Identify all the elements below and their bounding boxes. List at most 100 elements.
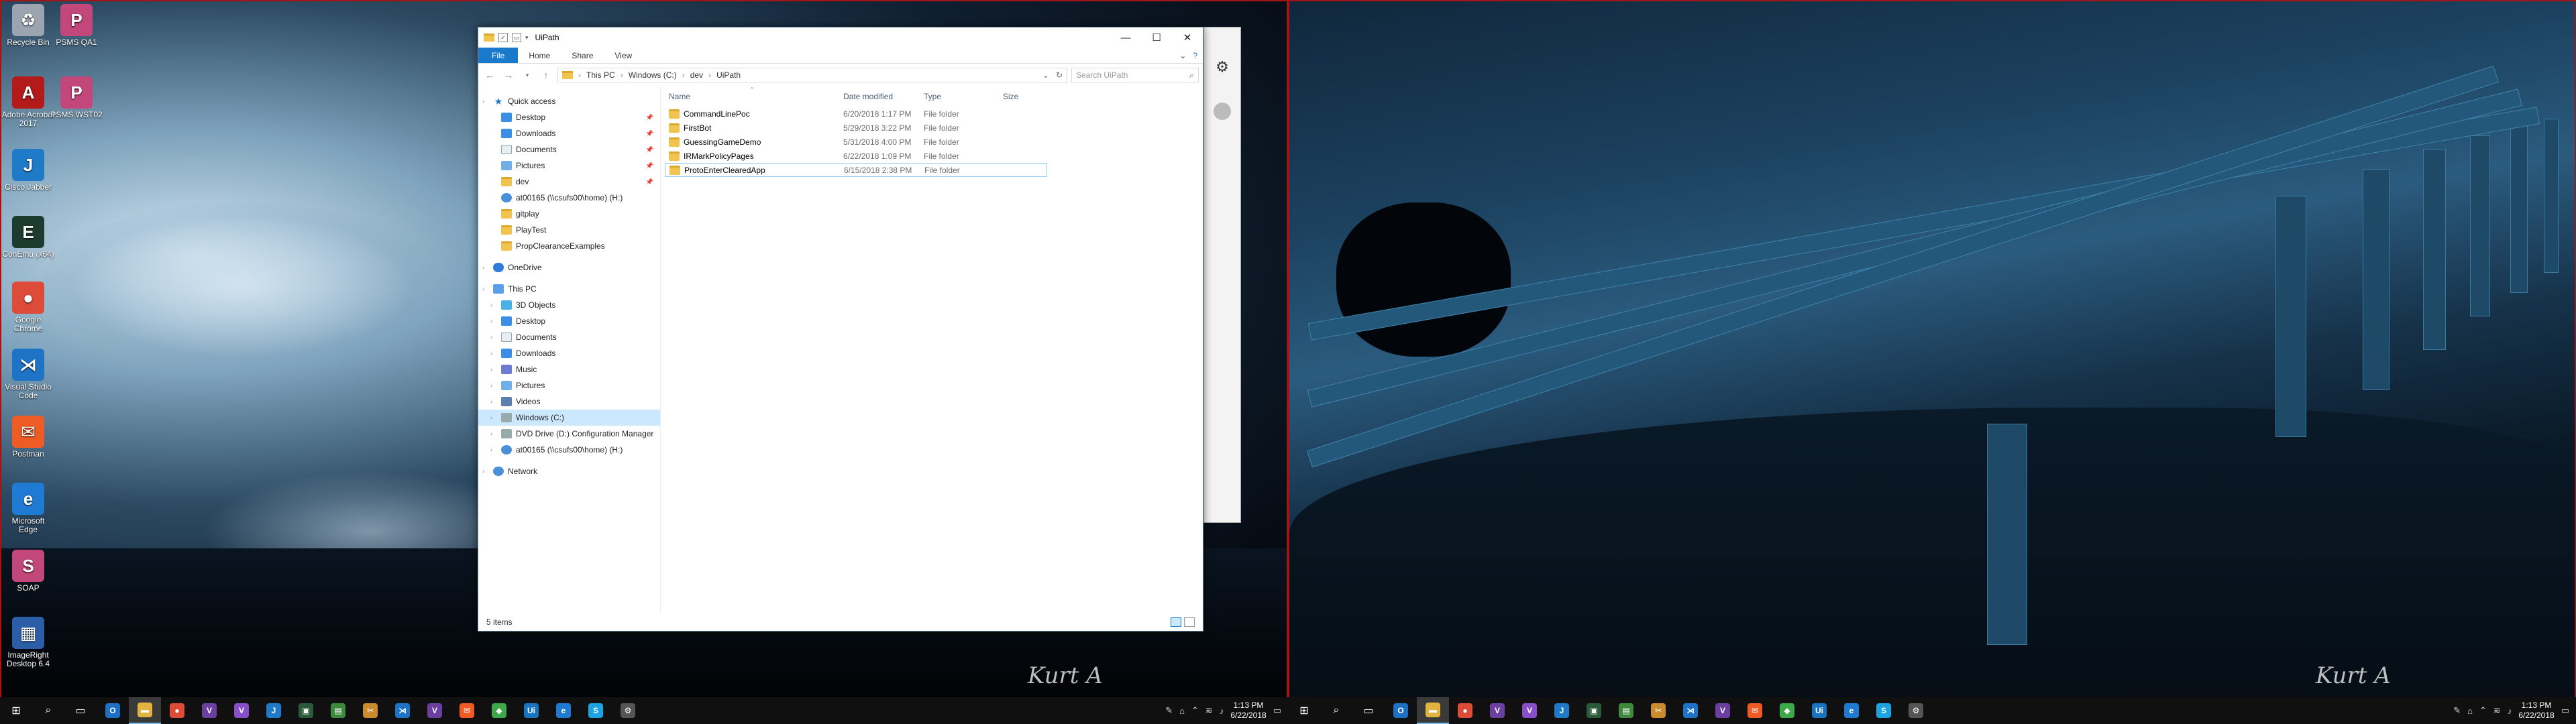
taskbar-button[interactable]: ✂ xyxy=(1642,697,1674,724)
tab-share[interactable]: Share xyxy=(561,48,604,63)
nav-quick-item[interactable]: Pictures 📌 xyxy=(478,158,660,174)
taskbar-button[interactable]: V xyxy=(193,697,225,724)
chevron-up-icon[interactable]: ⌃ xyxy=(2479,705,2487,716)
taskbar-button[interactable]: V xyxy=(1707,697,1739,724)
desktop-shortcut[interactable]: e Microsoft Edge xyxy=(1,483,55,534)
taskbar-button[interactable]: V xyxy=(419,697,451,724)
chevron-right-icon[interactable]: › xyxy=(490,430,497,437)
notification-icon[interactable]: ▭ xyxy=(2561,705,2569,716)
table-row[interactable]: GuessingGameDemo 5/31/2018 4:00 PM File fo… xyxy=(665,135,1047,149)
nav-quick-item[interactable]: Desktop 📌 xyxy=(478,109,660,125)
tab-view[interactable]: View xyxy=(604,48,643,63)
taskbar-button[interactable]: ▬ xyxy=(129,697,161,724)
taskbar-button[interactable]: V xyxy=(1513,697,1546,724)
nav-quick-item[interactable]: gitplay xyxy=(478,206,660,222)
desktop-shortcut[interactable]: P PSMS WST02 xyxy=(50,76,103,119)
up-arrow-icon[interactable]: ↑ xyxy=(539,70,553,80)
desktop-shortcut[interactable]: J Cisco Jabber xyxy=(1,149,55,192)
taskbar-button[interactable]: ⋊ xyxy=(1674,697,1707,724)
address-dropdown-icon[interactable]: ⌄ xyxy=(1042,70,1049,80)
taskbar-button[interactable]: ⌕ xyxy=(1320,697,1352,724)
taskbar-button[interactable]: O xyxy=(1385,697,1417,724)
tab-file[interactable]: File xyxy=(478,48,519,63)
gear-icon[interactable]: ⚙ xyxy=(1214,58,1231,76)
taskbar-button[interactable]: Ui xyxy=(515,697,547,724)
pen-icon[interactable]: ✎ xyxy=(2453,705,2461,716)
chevron-right-icon[interactable]: › xyxy=(490,382,497,389)
taskbar-button[interactable]: ⌕ xyxy=(32,697,64,724)
nav-pc-item[interactable]: › at00165 (\\csufs00\home) (H:) xyxy=(478,442,660,458)
breadcrumb-windows-c[interactable]: Windows (C:) xyxy=(629,70,677,80)
taskbar-button[interactable]: ● xyxy=(1449,697,1481,724)
minimize-button[interactable]: — xyxy=(1110,27,1141,48)
taskbar-button[interactable]: ⋊ xyxy=(386,697,419,724)
taskbar-button[interactable]: S xyxy=(1868,697,1900,724)
taskbar-button[interactable]: ⚙ xyxy=(1900,697,1932,724)
nav-quick-item[interactable]: dev 📌 xyxy=(478,174,660,190)
taskbar-button[interactable]: Ui xyxy=(1803,697,1835,724)
taskbar-button[interactable]: e xyxy=(547,697,580,724)
chevron-right-icon[interactable]: › xyxy=(490,398,497,405)
search-box[interactable]: Search UiPath ⌕ xyxy=(1071,68,1199,82)
nav-pc-item[interactable]: › Music xyxy=(478,361,660,377)
taskbar-button[interactable]: ⊞ xyxy=(0,697,32,724)
chevron-right-icon[interactable]: › xyxy=(490,366,497,373)
column-name[interactable]: Name xyxy=(665,92,839,101)
table-row[interactable]: CommandLinePoc 6/20/2018 1:17 PM File fold… xyxy=(665,107,1047,121)
taskbar-button[interactable]: ● xyxy=(161,697,193,724)
properties-icon[interactable]: ✓ xyxy=(498,33,508,42)
network-icon[interactable]: ⌂ xyxy=(1179,706,1185,716)
desktop-shortcut[interactable]: E ConEmu (x64) xyxy=(1,216,55,259)
breadcrumb-this-pc[interactable]: This PC xyxy=(586,70,615,80)
taskbar-button[interactable]: ✉ xyxy=(451,697,483,724)
taskbar-button[interactable]: ▤ xyxy=(322,697,354,724)
table-row[interactable]: ProtoEnterClearedApp 6/15/2018 2:38 PM Fil… xyxy=(665,163,1047,177)
taskbar-button[interactable]: V xyxy=(225,697,258,724)
address-bar[interactable]: › This PC › Windows (C:) › dev › UiPath … xyxy=(557,68,1067,82)
chevron-right-icon[interactable]: › xyxy=(490,414,497,421)
nav-pc-item[interactable]: › Documents xyxy=(478,329,660,345)
nav-quick-item[interactable]: Documents 📌 xyxy=(478,141,660,158)
clock[interactable]: 1:13 PM 6/22/2018 xyxy=(1230,701,1266,721)
column-size[interactable]: Size xyxy=(999,92,1046,101)
wifi-icon[interactable]: ≋ xyxy=(1205,705,1213,716)
chevron-right-icon[interactable]: › xyxy=(482,98,489,105)
taskbar-button[interactable]: ◆ xyxy=(1771,697,1803,724)
taskbar-button[interactable]: ✂ xyxy=(354,697,386,724)
desktop-shortcut[interactable]: ♻ Recycle Bin xyxy=(1,4,55,47)
breadcrumb-dev[interactable]: dev xyxy=(690,70,703,80)
column-date-modified[interactable]: Date modified xyxy=(839,92,920,101)
refresh-icon[interactable]: ↻ xyxy=(1056,70,1063,80)
table-row[interactable]: IRMarkPolicyPages 6/22/2018 1:09 PM File f… xyxy=(665,149,1047,163)
nav-quick-item[interactable]: at00165 (\\csufs00\home) (H:) xyxy=(478,190,660,206)
taskbar-button[interactable]: ◆ xyxy=(483,697,515,724)
nav-pc-item[interactable]: › DVD Drive (D:) Configuration Manager xyxy=(478,426,660,442)
nav-quick-access[interactable]: › ★ Quick access xyxy=(478,93,660,109)
help-icon[interactable]: ? xyxy=(1193,51,1197,60)
file-list[interactable]: ^ Name Date modified Type Size CommandLi… xyxy=(661,86,1203,613)
back-arrow-icon[interactable]: ← xyxy=(482,70,497,80)
taskbar-button[interactable]: ⚙ xyxy=(612,697,644,724)
taskbar-button[interactable]: ▬ xyxy=(1417,697,1449,724)
nav-pc-item[interactable]: › 3D Objects xyxy=(478,297,660,313)
chevron-right-icon[interactable]: › xyxy=(490,446,497,453)
taskbar-button[interactable]: ▭ xyxy=(64,697,97,724)
search-input[interactable]: Search UiPath xyxy=(1076,70,1128,80)
chevron-right-icon[interactable]: › xyxy=(482,264,489,271)
desktop-shortcut[interactable]: A Adobe Acrobat 2017 xyxy=(1,76,55,128)
volume-icon[interactable]: ♪ xyxy=(1220,706,1224,716)
taskbar-button[interactable]: ✉ xyxy=(1739,697,1771,724)
title-bar[interactable]: ✓ ▭ ▾ UiPath — ☐ ✕ xyxy=(478,27,1203,48)
maximize-button[interactable]: ☐ xyxy=(1141,27,1172,48)
taskbar-button[interactable]: ▤ xyxy=(1610,697,1642,724)
new-folder-icon[interactable]: ▭ xyxy=(512,33,521,42)
chevron-right-icon[interactable]: › xyxy=(482,468,489,475)
notification-icon[interactable]: ▭ xyxy=(1273,705,1281,716)
nav-pc-item[interactable]: › Desktop xyxy=(478,313,660,329)
desktop-shortcut[interactable]: S SOAP xyxy=(1,550,55,593)
taskbar-button[interactable]: ▣ xyxy=(290,697,322,724)
clock[interactable]: 1:13 PM 6/22/2018 xyxy=(2518,701,2554,721)
nav-pc-item[interactable]: › Pictures xyxy=(478,377,660,394)
close-button[interactable]: ✕ xyxy=(1172,27,1203,48)
taskbar-button[interactable]: S xyxy=(580,697,612,724)
